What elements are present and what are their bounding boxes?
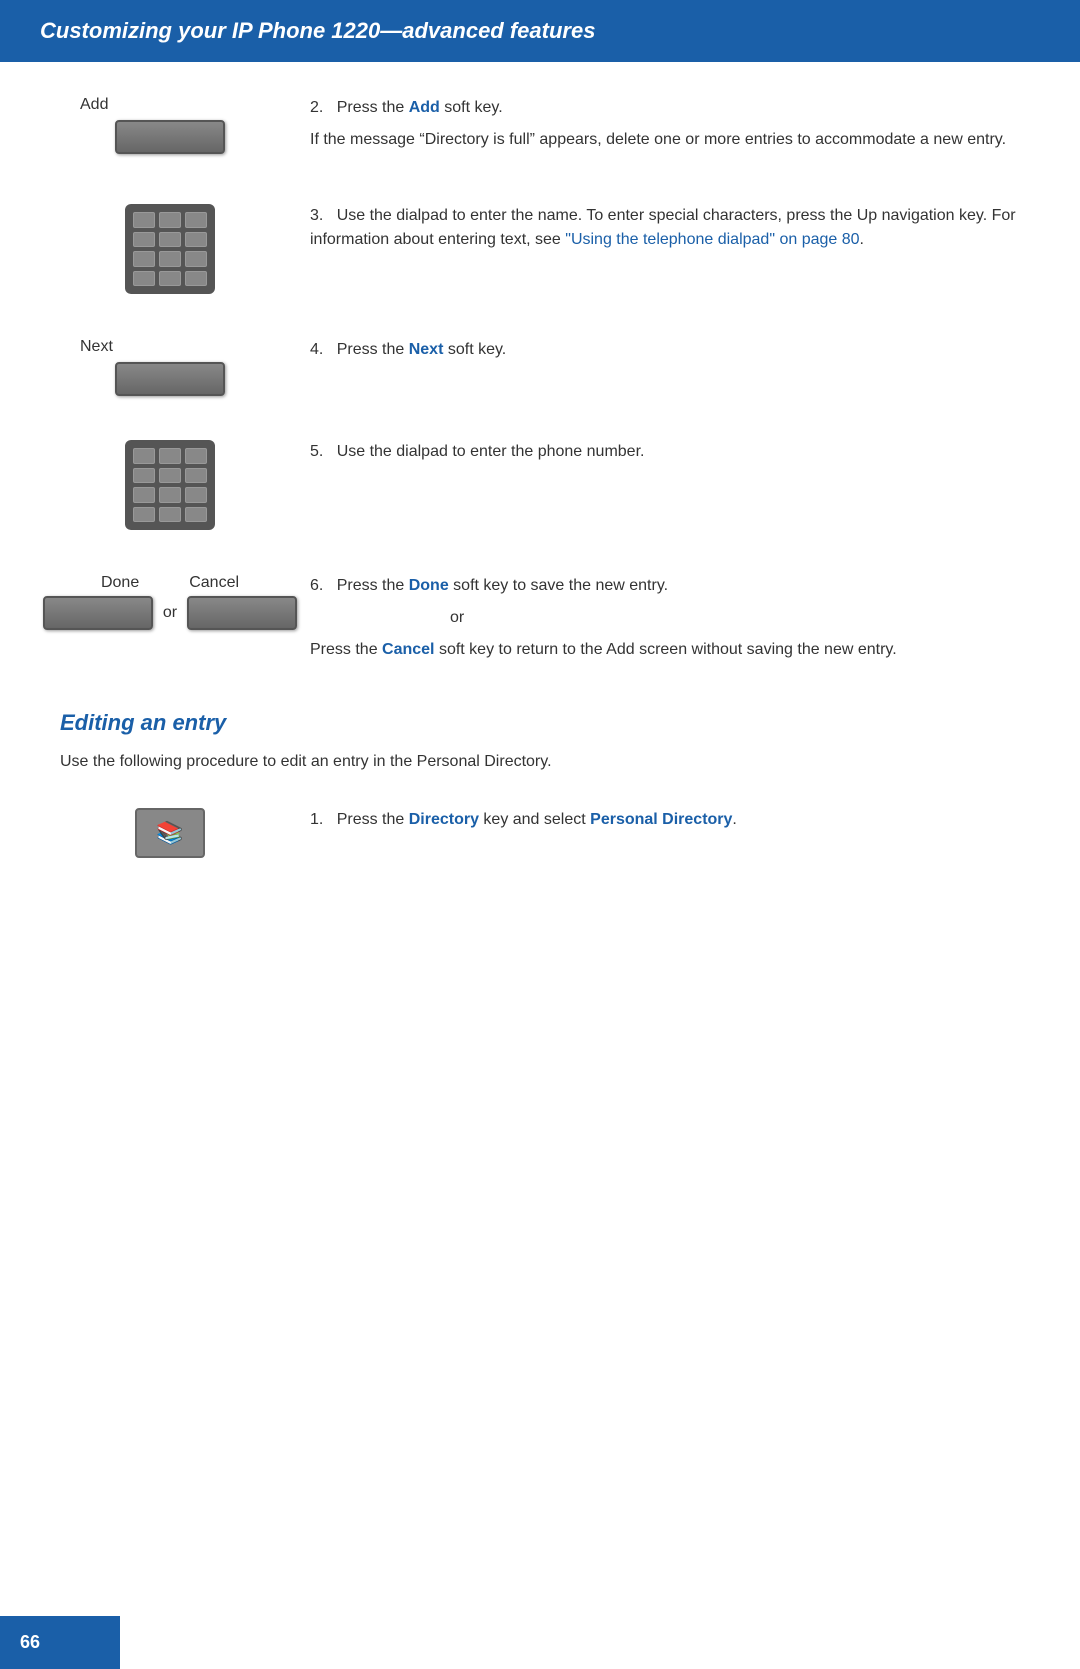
step-6-or: or	[310, 606, 1020, 630]
editing-step-1-row: 📚 1. Press the Directory key and select …	[60, 804, 1020, 858]
dialpad-key	[185, 448, 207, 464]
done-cancel-buttons: or	[43, 596, 297, 630]
step-2-text: 2. Press the Add soft key.	[310, 96, 1020, 120]
step-6-main: Press the	[337, 577, 409, 594]
step-6-text-col: 6. Press the Done soft key to save the n…	[280, 570, 1020, 670]
header-bar: Customizing your IP Phone 1220—advanced …	[0, 0, 1080, 62]
done-label: Done	[101, 574, 139, 592]
dialpad-key	[159, 271, 181, 287]
editing-section-heading: Editing an entry	[60, 710, 1020, 736]
next-label: Next	[80, 338, 113, 356]
step-3-image-col	[60, 200, 280, 294]
step-6-row: Done Cancel or 6. Press the Done soft ke…	[60, 570, 1020, 670]
dialpad-key	[185, 507, 207, 523]
done-link: Done	[409, 577, 449, 594]
step-5-text: 5. Use the dialpad to enter the phone nu…	[310, 440, 1020, 464]
editing-step-1-text-col: 1. Press the Directory key and select Pe…	[280, 804, 1020, 840]
dialpad-key	[185, 251, 207, 267]
add-link: Add	[409, 99, 440, 116]
dialpad-key	[159, 487, 181, 503]
dialpad-image-1	[125, 204, 215, 294]
step-2-number: 2.	[310, 99, 323, 116]
step-6-after-cancel: soft key to return to the Add screen wit…	[435, 641, 897, 658]
step-4-main: Press the	[337, 341, 409, 358]
dialpad-key	[133, 448, 155, 464]
done-cancel-labels: Done Cancel	[101, 574, 239, 592]
step-4-image-col: Next	[60, 334, 280, 396]
dialpad-key	[133, 487, 155, 503]
dialpad-key	[159, 448, 181, 464]
step-4-number: 4.	[310, 341, 323, 358]
page-number: 66	[20, 1632, 40, 1652]
editing-step-1-after: .	[732, 811, 736, 828]
dialpad-key	[133, 468, 155, 484]
dialpad-key	[185, 468, 207, 484]
step-4-text-col: 4. Press the Next soft key.	[280, 334, 1020, 370]
page-footer: 66	[0, 1616, 120, 1669]
step-5-number: 5.	[310, 443, 323, 460]
editing-step-1-text: 1. Press the Directory key and select Pe…	[310, 808, 1020, 832]
dialpad-key	[159, 507, 181, 523]
book-icon: 📚	[156, 820, 183, 846]
dialpad-image-2	[125, 440, 215, 530]
dialpad-key	[185, 487, 207, 503]
dialpad-key	[133, 232, 155, 248]
step-6-number: 6.	[310, 577, 323, 594]
cancel-link: Cancel	[382, 641, 434, 658]
dialpad-key	[159, 232, 181, 248]
step-2-sub: If the message “Directory is full” appea…	[310, 128, 1020, 152]
step-6-image-col: Done Cancel or	[60, 570, 280, 630]
step-4-after: soft key.	[443, 341, 506, 358]
editing-step-1-middle: key and select	[479, 811, 590, 828]
dialpad-key	[133, 271, 155, 287]
editing-section-intro: Use the following procedure to edit an e…	[60, 750, 1020, 774]
step-2-row: Add 2. Press the Add soft key. If the me…	[60, 92, 1020, 160]
step-5-row: 5. Use the dialpad to enter the phone nu…	[60, 436, 1020, 530]
main-content: Add 2. Press the Add soft key. If the me…	[0, 62, 1080, 938]
dialpad-key	[159, 212, 181, 228]
editing-step-1-main: Press the	[337, 811, 409, 828]
step-3-row: 3. Use the dialpad to enter the name. To…	[60, 200, 1020, 294]
step-2-text-col: 2. Press the Add soft key. If the messag…	[280, 92, 1020, 160]
dialpad-key	[159, 468, 181, 484]
personal-directory-link: Personal Directory	[590, 811, 732, 828]
step-6-cancel-text: Press the Cancel soft key to return to t…	[310, 638, 1020, 662]
step-5-main: Use the dialpad to enter the phone numbe…	[337, 443, 645, 460]
next-softkey-image	[115, 362, 225, 396]
directory-key-image: 📚	[135, 808, 205, 858]
dialpad-key	[185, 271, 207, 287]
done-softkey-image	[43, 596, 153, 630]
dialpad-key	[133, 507, 155, 523]
step-2-main: Press the	[337, 99, 409, 116]
next-link: Next	[409, 341, 444, 358]
cancel-label: Cancel	[189, 574, 239, 592]
step-3-after: .	[860, 231, 864, 248]
header-title: Customizing your IP Phone 1220—advanced …	[40, 18, 1040, 44]
step-3-number: 3.	[310, 207, 323, 224]
or-text: or	[163, 604, 177, 622]
editing-step-1-image-col: 📚	[60, 804, 280, 858]
step-6-after-done: soft key to save the new entry.	[449, 577, 668, 594]
dialpad-key	[133, 251, 155, 267]
step-5-image-col	[60, 436, 280, 530]
step-3-text-col: 3. Use the dialpad to enter the name. To…	[280, 200, 1020, 260]
dialpad-key	[185, 212, 207, 228]
step-6-text: 6. Press the Done soft key to save the n…	[310, 574, 1020, 598]
dialpad-key	[133, 212, 155, 228]
dialpad-key	[159, 251, 181, 267]
add-label: Add	[80, 96, 108, 114]
directory-link: Directory	[409, 811, 479, 828]
dialpad-link[interactable]: "Using the telephone dialpad" on page 80	[565, 231, 859, 248]
press-cancel-main: Press the	[310, 641, 382, 658]
step-3-text: 3. Use the dialpad to enter the name. To…	[310, 204, 1020, 252]
step-4-text: 4. Press the Next soft key.	[310, 338, 1020, 362]
add-softkey-image	[115, 120, 225, 154]
editing-step-1-number: 1.	[310, 811, 323, 828]
step-2-after: soft key.	[440, 99, 503, 116]
step-2-image-col: Add	[60, 92, 280, 154]
step-4-row: Next 4. Press the Next soft key.	[60, 334, 1020, 396]
step-5-text-col: 5. Use the dialpad to enter the phone nu…	[280, 436, 1020, 472]
dialpad-key	[185, 232, 207, 248]
